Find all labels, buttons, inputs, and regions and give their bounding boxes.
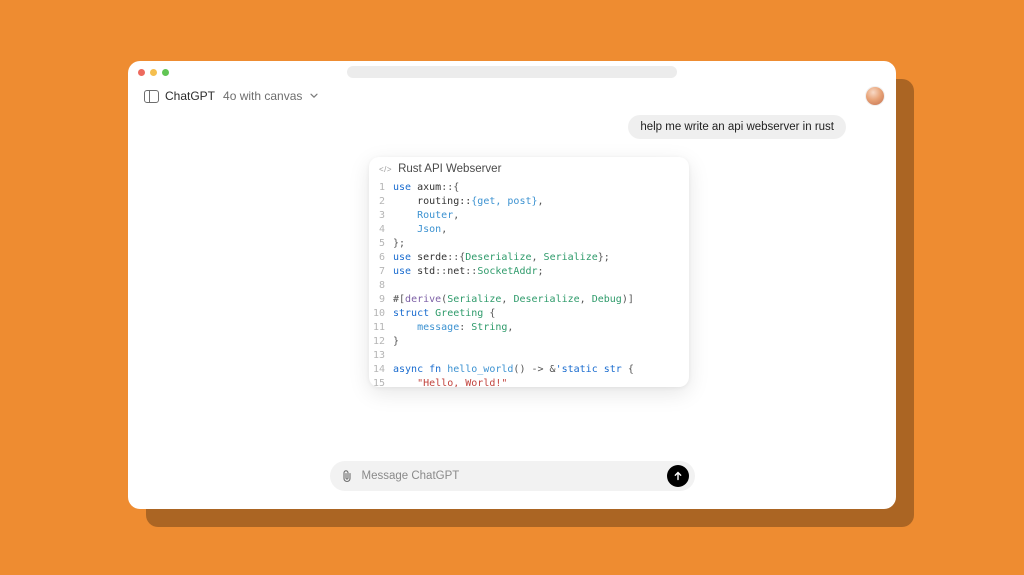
code-content: message: String, — [393, 321, 513, 335]
code-line: 11 message: String, — [369, 321, 689, 335]
user-avatar[interactable] — [866, 87, 884, 105]
model-selector[interactable]: ChatGPT 4o with canvas — [140, 87, 322, 105]
model-name: ChatGPT — [165, 89, 215, 103]
line-number: 4 — [369, 223, 393, 237]
window-controls — [138, 69, 169, 76]
conversation-area: help me write an api webserver in rust <… — [128, 109, 896, 451]
code-line: 9#[derive(Serialize, Deserialize, Debug)… — [369, 293, 689, 307]
code-content: use std::net::SocketAddr; — [393, 265, 544, 279]
line-number: 14 — [369, 363, 393, 377]
code-area[interactable]: 1use axum::{2 routing::{get, post},3 Rou… — [369, 179, 689, 387]
app-window: ChatGPT 4o with canvas help me write an … — [128, 61, 896, 509]
code-line: 15 "Hello, World!" — [369, 377, 689, 387]
line-number: 9 — [369, 293, 393, 307]
code-line: 10struct Greeting { — [369, 307, 689, 321]
model-variant: 4o with canvas — [223, 89, 302, 103]
code-content: "Hello, World!" — [393, 377, 507, 387]
message-input[interactable]: Message ChatGPT — [330, 461, 695, 491]
close-window-button[interactable] — [138, 69, 145, 76]
code-line: 2 routing::{get, post}, — [369, 195, 689, 209]
chevron-down-icon — [310, 93, 318, 99]
send-button[interactable] — [667, 465, 689, 487]
composer-area: Message ChatGPT — [128, 451, 896, 509]
line-number: 1 — [369, 181, 393, 195]
line-number: 5 — [369, 237, 393, 251]
code-line: 13 — [369, 349, 689, 363]
line-number: 6 — [369, 251, 393, 265]
line-number: 2 — [369, 195, 393, 209]
user-message-text: help me write an api webserver in rust — [640, 121, 834, 133]
code-line: 12} — [369, 335, 689, 349]
code-content: Json, — [393, 223, 447, 237]
code-line: 5}; — [369, 237, 689, 251]
line-number: 10 — [369, 307, 393, 321]
minimize-window-button[interactable] — [150, 69, 157, 76]
code-line: 14async fn hello_world() -> &'static str… — [369, 363, 689, 377]
code-content: use axum::{ — [393, 181, 459, 195]
line-number: 7 — [369, 265, 393, 279]
sidebar-toggle-icon — [144, 90, 159, 103]
code-content: } — [393, 335, 399, 349]
attach-icon[interactable] — [340, 468, 354, 484]
user-message-bubble: help me write an api webserver in rust — [628, 115, 846, 139]
code-line: 4 Json, — [369, 223, 689, 237]
code-content: routing::{get, post}, — [393, 195, 544, 209]
message-placeholder: Message ChatGPT — [362, 470, 659, 482]
code-content: }; — [393, 237, 405, 251]
line-number: 11 — [369, 321, 393, 335]
titlebar — [128, 61, 896, 83]
line-number: 15 — [369, 377, 393, 387]
code-line: 8 — [369, 279, 689, 293]
line-number: 12 — [369, 335, 393, 349]
line-number: 3 — [369, 209, 393, 223]
canvas-title: Rust API Webserver — [398, 163, 501, 175]
code-content: async fn hello_world() -> &'static str { — [393, 363, 634, 377]
line-number: 8 — [369, 279, 393, 293]
code-icon: </> — [379, 165, 392, 174]
line-number: 13 — [369, 349, 393, 363]
code-line: 6use serde::{Deserialize, Serialize}; — [369, 251, 689, 265]
canvas-header: </> Rust API Webserver — [369, 157, 689, 179]
address-bar[interactable] — [347, 66, 677, 78]
maximize-window-button[interactable] — [162, 69, 169, 76]
app-header: ChatGPT 4o with canvas — [128, 83, 896, 109]
code-content: #[derive(Serialize, Deserialize, Debug)] — [393, 293, 634, 307]
code-content: use serde::{Deserialize, Serialize}; — [393, 251, 610, 265]
code-line: 7use std::net::SocketAddr; — [369, 265, 689, 279]
code-line: 3 Router, — [369, 209, 689, 223]
code-content: Router, — [393, 209, 459, 223]
code-content: struct Greeting { — [393, 307, 495, 321]
canvas-card[interactable]: </> Rust API Webserver 1use axum::{2 rou… — [369, 157, 689, 387]
code-line: 1use axum::{ — [369, 181, 689, 195]
